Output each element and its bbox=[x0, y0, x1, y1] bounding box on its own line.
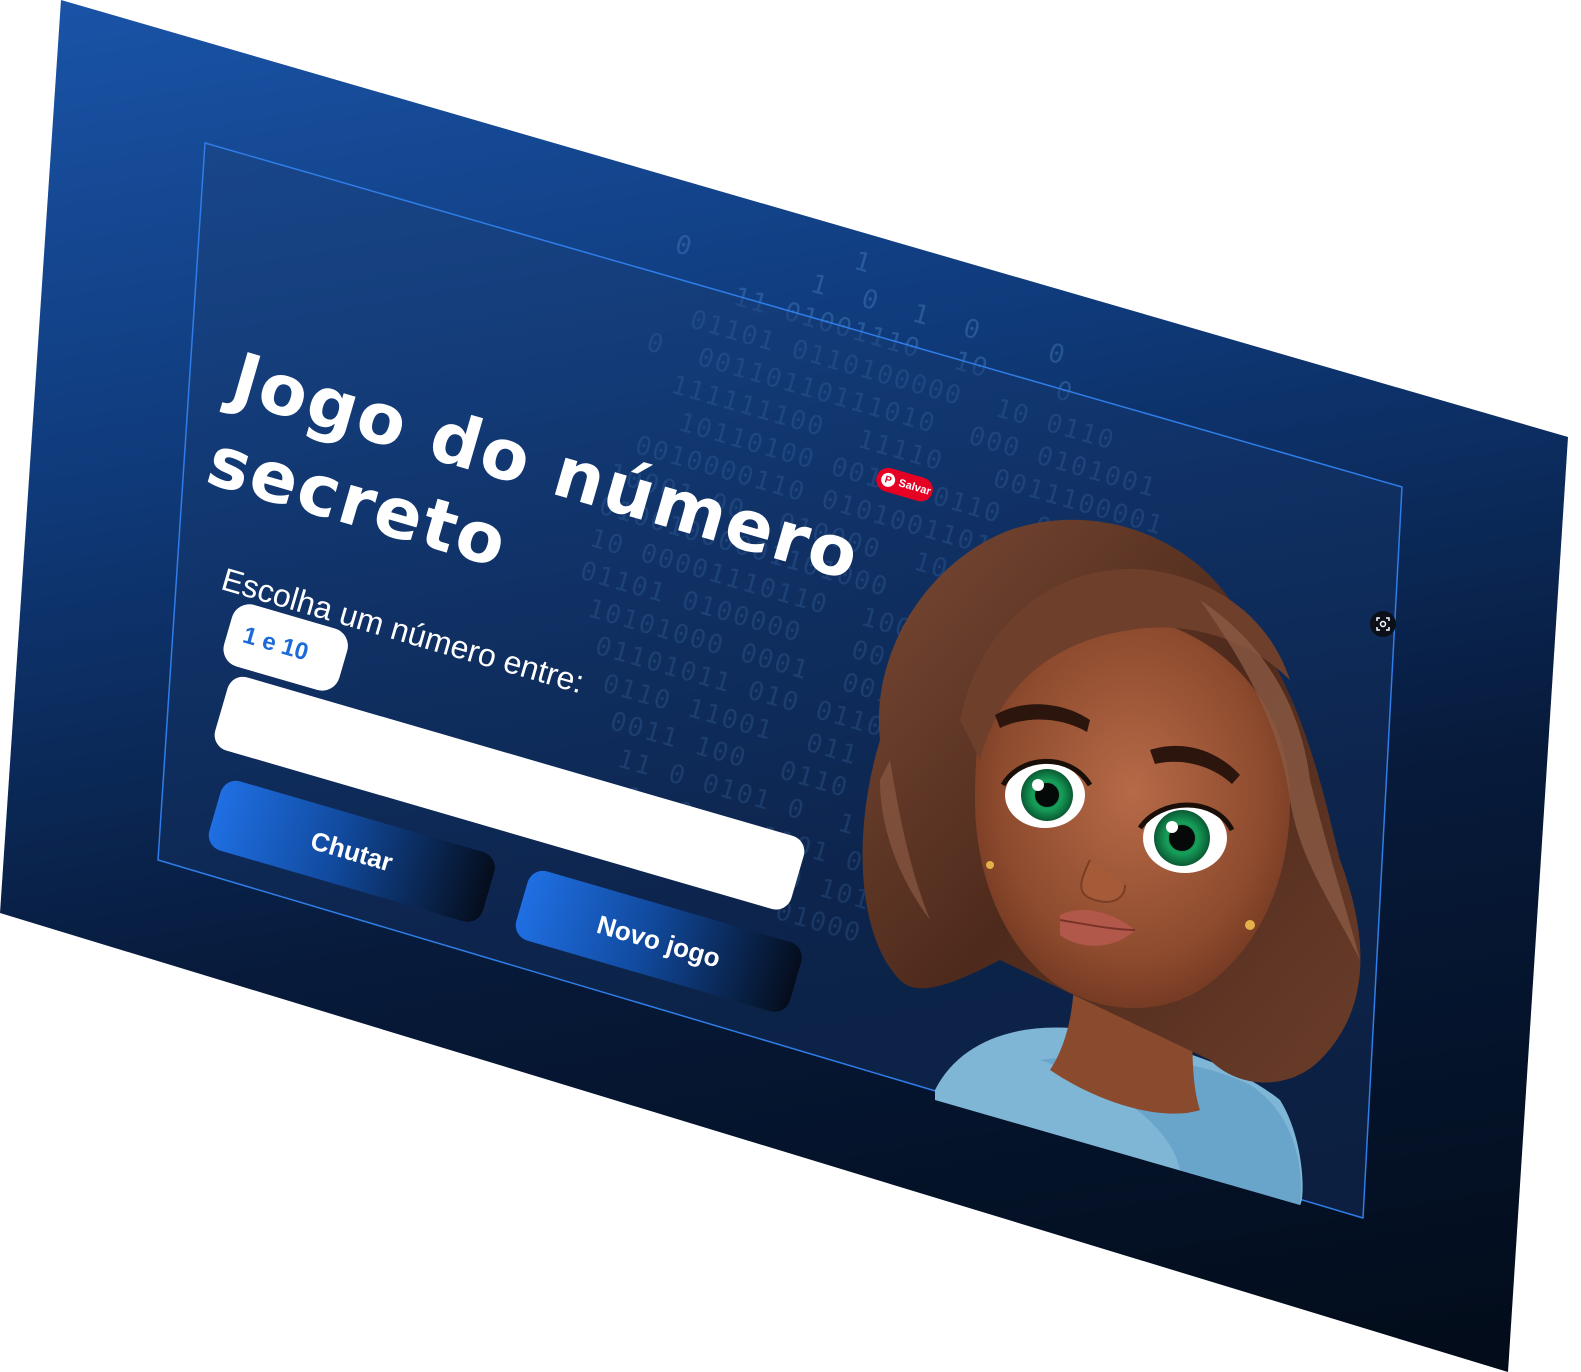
visual-search-button[interactable] bbox=[1370, 611, 1396, 637]
pinterest-save-label: Salvar bbox=[897, 477, 933, 498]
pinterest-icon: P bbox=[879, 471, 897, 489]
input-wrapper bbox=[210, 673, 809, 914]
lens-icon bbox=[1376, 617, 1390, 631]
guess-input[interactable] bbox=[210, 673, 809, 914]
